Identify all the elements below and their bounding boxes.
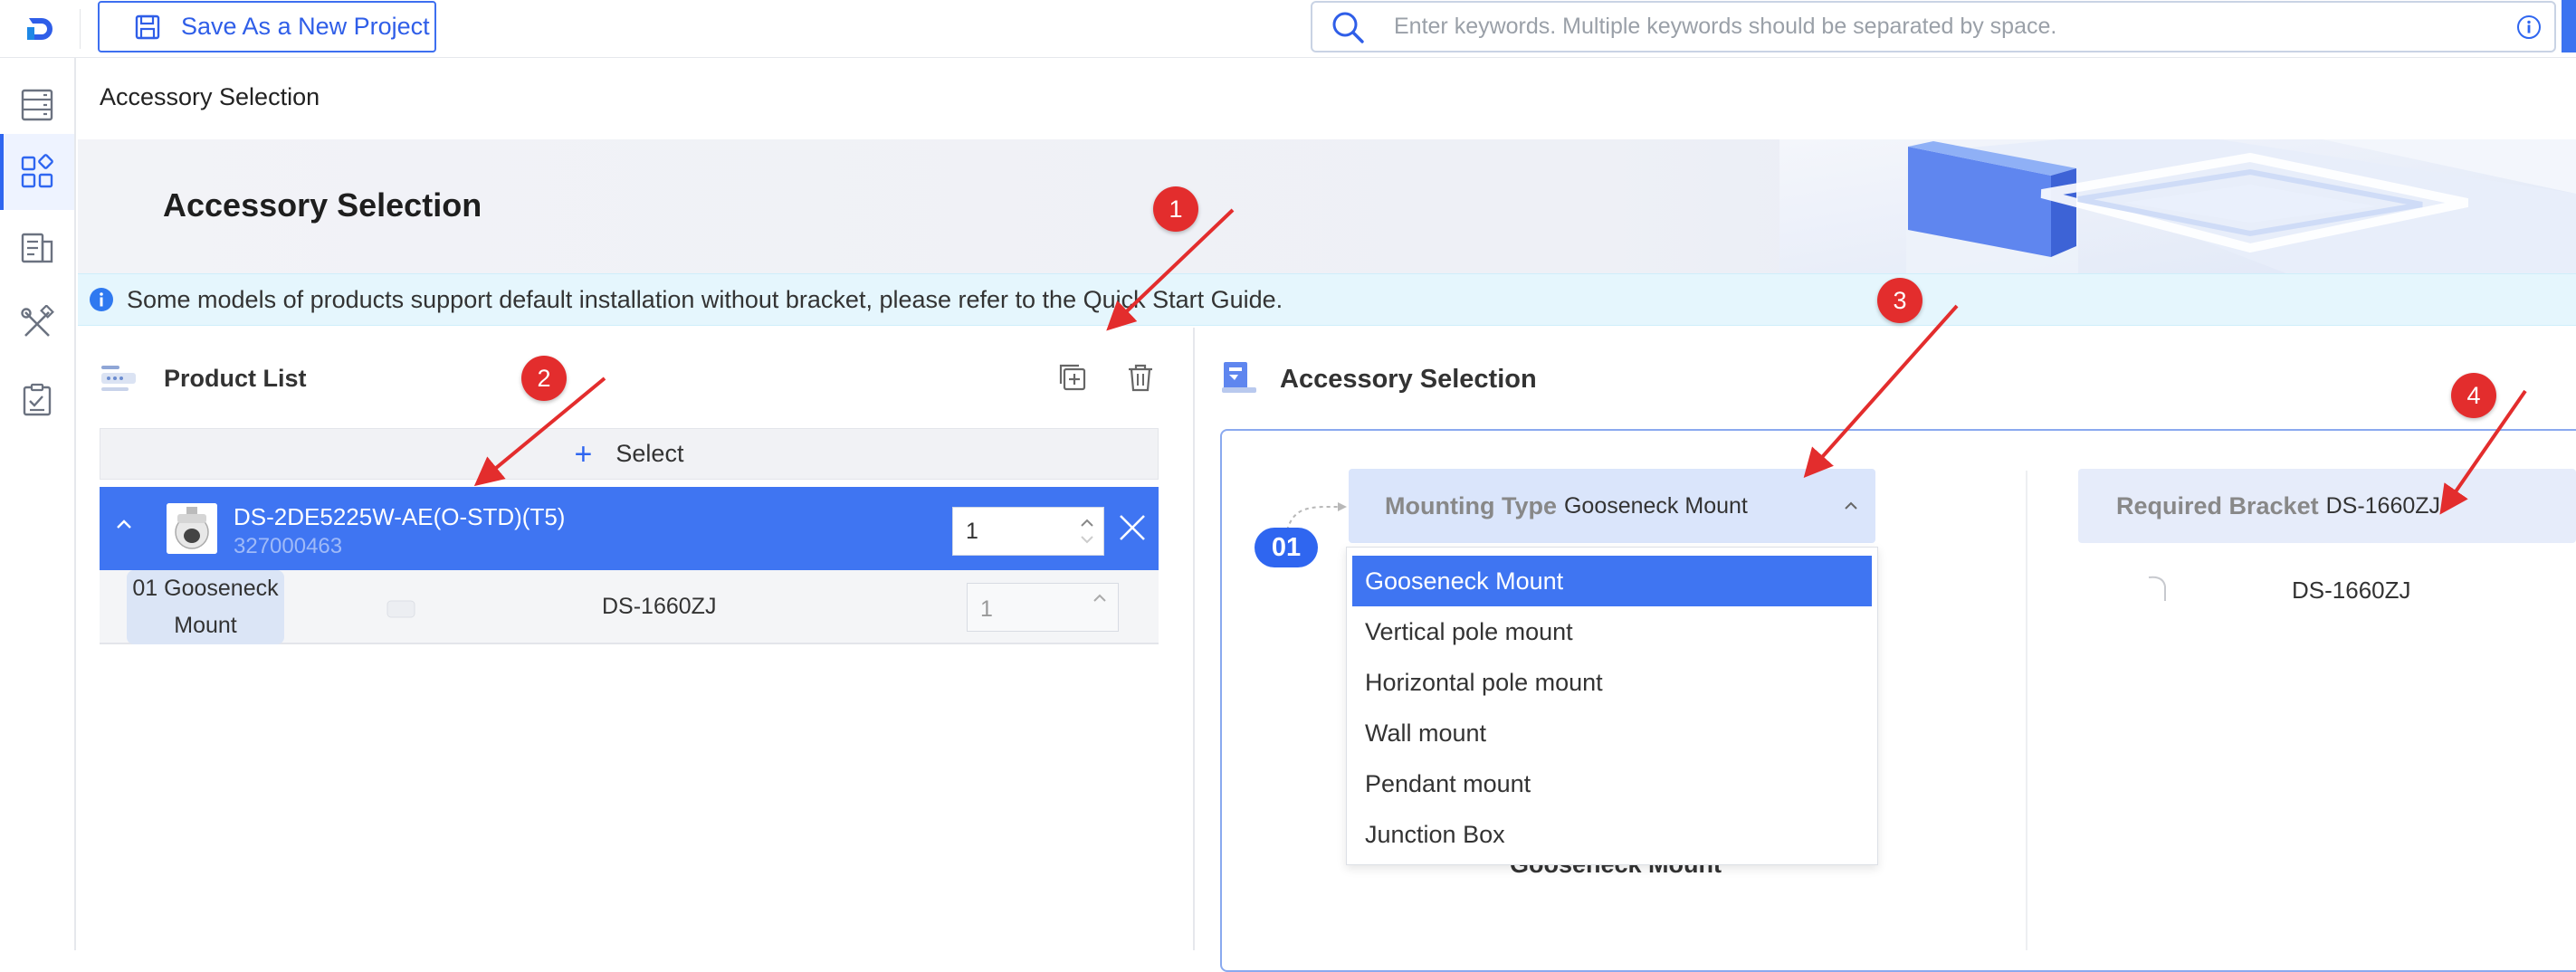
mounting-option-vertical-pole[interactable]: Vertical pole mount	[1352, 606, 1872, 657]
accessory-quantity-value: 1	[980, 596, 993, 622]
bracket-thumbnail	[386, 600, 415, 618]
accessory-tag: 01 Gooseneck Mount	[127, 570, 284, 644]
product-quantity-stepper[interactable]: 1	[952, 507, 1104, 556]
sidebar	[0, 58, 76, 950]
mounting-type-value: Gooseneck Mount	[1563, 492, 1748, 519]
camera-thumbnail	[167, 503, 217, 554]
info-icon	[90, 288, 113, 311]
mounting-type-select[interactable]: Mounting Type Gooseneck Mount	[1349, 469, 1875, 543]
sidebar-item-list[interactable]	[0, 67, 74, 143]
top-right-edge	[2562, 0, 2576, 52]
annotation-marker-3: 3	[1877, 278, 1922, 323]
chevron-up-icon[interactable]	[112, 512, 136, 536]
product-model: DS-2DE5225W-AE(O-STD)(T5)	[234, 503, 566, 530]
save-as-new-project-button[interactable]: Save As a New Project	[98, 1, 436, 52]
toolbar-divider	[80, 9, 81, 49]
document-icon	[21, 233, 53, 263]
save-icon	[135, 14, 160, 39]
page-title: Accessory Selection	[163, 186, 482, 224]
mounting-option-gooseneck[interactable]: Gooseneck Mount	[1352, 556, 1872, 606]
annotation-marker-4: 4	[2451, 373, 2496, 418]
mounting-option-horizontal-pole[interactable]: Horizontal pole mount	[1352, 657, 1872, 708]
info-icon[interactable]	[2516, 14, 2542, 40]
close-icon[interactable]	[1117, 512, 1148, 543]
required-bracket-label: Required Bracket	[2116, 491, 2319, 519]
annotation-marker-2: 2	[521, 356, 567, 401]
step-connector	[1286, 502, 1347, 531]
annotation-marker-1: 1	[1153, 186, 1198, 232]
plus-icon: +	[574, 436, 593, 472]
accessory-model: DS-1660ZJ	[602, 594, 717, 619]
product-list-title: Product List	[164, 365, 307, 392]
tools-icon	[21, 305, 54, 337]
select-button-label: Select	[615, 440, 684, 467]
sidebar-item-checklist[interactable]	[0, 362, 74, 438]
top-bar: Save As a New Project	[0, 0, 2576, 58]
clipboard-icon	[23, 383, 52, 416]
required-bracket-field: Required Bracket DS-1660ZJ	[2078, 469, 2576, 543]
notice-text: Some models of products support default …	[127, 285, 1283, 313]
required-bracket-value: DS-1660ZJ	[2325, 492, 2441, 519]
column-divider	[2026, 471, 2027, 950]
notice-bar: Some models of products support default …	[78, 273, 2576, 326]
accessory-selection-icon	[1222, 362, 1256, 393]
product-code: 327000463	[234, 534, 343, 558]
breadcrumb: Accessory Selection	[100, 83, 320, 110]
sidebar-item-accessory-selection[interactable]	[0, 134, 74, 210]
select-product-button[interactable]: + Select	[100, 428, 1159, 480]
panel-divider	[1193, 328, 1195, 950]
product-row[interactable]: DS-2DE5225W-AE(O-STD)(T5) 327000463 1	[100, 487, 1159, 570]
mounting-type-label: Mounting Type	[1385, 491, 1557, 519]
accessory-selection-title: Accessory Selection	[1280, 365, 1537, 394]
sidebar-item-document[interactable]	[0, 210, 74, 286]
required-bracket-model: DS-1660ZJ	[2292, 577, 2411, 604]
search-icon[interactable]	[1331, 10, 1365, 44]
step-badge: 01	[1255, 528, 1318, 567]
trash-icon[interactable]	[1126, 362, 1155, 393]
mounting-option-junction-box[interactable]: Junction Box	[1352, 809, 1872, 860]
sidebar-item-tools[interactable]	[0, 286, 74, 362]
save-button-label: Save As a New Project	[181, 13, 430, 40]
search-box[interactable]	[1311, 1, 2556, 52]
mounting-option-pendant[interactable]: Pendant mount	[1352, 758, 1872, 809]
product-quantity-value: 1	[966, 518, 978, 544]
list-icon	[21, 89, 53, 121]
mounting-option-wall[interactable]: Wall mount	[1352, 708, 1872, 758]
accessory-quantity-stepper: 1	[967, 583, 1119, 632]
banner-decoration	[1779, 139, 2576, 273]
copy-icon[interactable]	[1057, 362, 1088, 393]
product-list-icon	[101, 366, 136, 391]
mounting-type-dropdown: Gooseneck Mount Vertical pole mount Hori…	[1346, 547, 1878, 865]
chevron-up-icon	[1093, 594, 1106, 602]
stepper-arrows-icon[interactable]	[1078, 513, 1096, 549]
page-banner: Accessory Selection	[78, 139, 2576, 273]
app-logo-icon[interactable]	[22, 13, 58, 45]
bracket-image	[2148, 576, 2166, 601]
chevron-up-icon[interactable]	[1841, 496, 1861, 516]
search-input[interactable]	[1394, 14, 2480, 40]
grid-icon	[21, 154, 53, 188]
accessory-row: 01 Gooseneck Mount DS-1660ZJ 1	[100, 570, 1159, 644]
